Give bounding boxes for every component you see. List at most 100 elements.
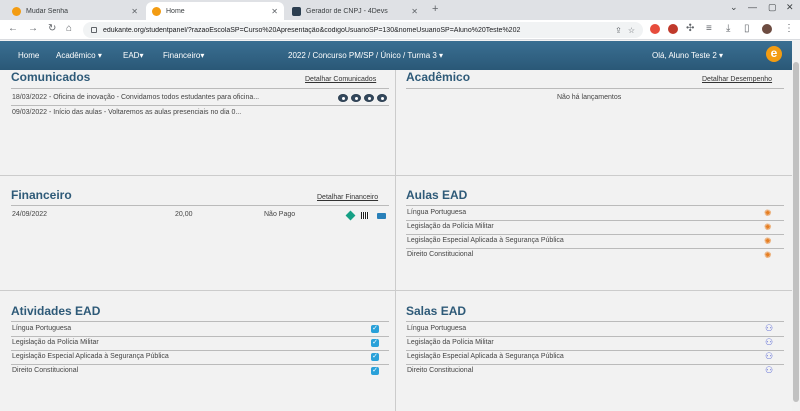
course-selector-label: 2022 / Concurso PM/SP / Único / Turma 3: [288, 51, 437, 60]
divider: [406, 336, 784, 337]
aula-item[interactable]: Língua Portuguesa: [407, 209, 466, 216]
divider: [406, 321, 784, 322]
sala-item[interactable]: Direito Constitucional: [407, 367, 473, 374]
row-divider: [0, 175, 792, 176]
divider: [406, 248, 784, 249]
academico-empty-message: Não há lançamentos: [557, 94, 622, 101]
group-icon[interactable]: ⚇: [765, 323, 773, 334]
sala-item[interactable]: Legislação Especial Aplicada à Segurança…: [407, 353, 564, 360]
star-icon[interactable]: ☆: [628, 26, 635, 35]
checkbox-checked-icon[interactable]: ✓: [371, 353, 379, 361]
browser-toolbar: ← → ↻ ⌂ edukante.org/studentpanel/?razao…: [0, 20, 800, 40]
aulas-ead-title: Aulas EAD: [406, 188, 468, 202]
app-navbar: Home Acadêmico ▾ EAD▾ Financeiro▾ 2022 /…: [0, 41, 792, 70]
gear-icon[interactable]: ✺: [764, 222, 772, 233]
opera-extension-icon[interactable]: [668, 24, 678, 34]
sidebar-icon[interactable]: ▯: [744, 23, 750, 34]
financeiro-status: Não Pago: [264, 211, 296, 218]
profile-avatar[interactable]: [762, 24, 772, 34]
close-window-icon[interactable]: ✕: [786, 2, 794, 13]
browser-tab-home[interactable]: Home ✕: [146, 2, 284, 20]
menu-icon[interactable]: ⋮: [784, 23, 794, 34]
aula-item[interactable]: Direito Constitucional: [407, 251, 473, 258]
view-icon[interactable]: [377, 94, 387, 102]
atividade-item[interactable]: Legislação Especial Aplicada à Segurança…: [12, 353, 169, 360]
nav-ead[interactable]: EAD▾: [123, 51, 143, 60]
group-icon[interactable]: ⚇: [765, 337, 773, 348]
download-icon[interactable]: ⤓: [726, 23, 730, 34]
maximize-icon[interactable]: ▢: [768, 2, 777, 13]
detalhar-comunicados-link[interactable]: Detalhar Comunicados: [305, 76, 376, 83]
divider: [406, 364, 784, 365]
comunicados-title: Comunicados: [11, 70, 91, 84]
back-arrow-icon[interactable]: ←: [8, 23, 18, 34]
new-tab-icon[interactable]: +: [432, 3, 438, 15]
detalhar-financeiro-link[interactable]: Detalhar Financeiro: [317, 194, 378, 201]
queue-icon[interactable]: ≡: [706, 23, 712, 34]
view-icon[interactable]: [338, 94, 348, 102]
user-menu[interactable]: Olá, Aluno Teste 2 ▾: [652, 51, 723, 60]
comunicado-item[interactable]: 09/03/2022 - Início das aulas - Voltarem…: [12, 109, 241, 116]
user-greeting: Olá, Aluno Teste 2: [652, 51, 717, 60]
reload-icon[interactable]: ↻: [48, 23, 56, 34]
checkbox-checked-icon[interactable]: ✓: [371, 367, 379, 375]
atividade-item[interactable]: Legislação da Polícia Militar: [12, 339, 99, 346]
course-selector[interactable]: 2022 / Concurso PM/SP / Único / Turma 3 …: [288, 51, 443, 60]
minimize-icon[interactable]: —: [748, 2, 757, 12]
checkbox-checked-icon[interactable]: ✓: [371, 325, 379, 333]
tab-title: Home: [166, 7, 185, 15]
divider: [11, 88, 389, 89]
divider: [11, 364, 389, 365]
caret-down-icon: ▾: [200, 51, 205, 60]
credit-card-icon[interactable]: [377, 213, 386, 219]
pix-icon[interactable]: [345, 210, 356, 221]
caret-down-icon: ▾: [439, 51, 444, 60]
view-icon[interactable]: [351, 94, 361, 102]
nav-home[interactable]: Home: [18, 51, 39, 60]
close-icon[interactable]: ✕: [131, 7, 138, 16]
puzzle-extensions-icon[interactable]: ✣: [686, 23, 694, 34]
divider: [11, 105, 389, 106]
aula-item[interactable]: Legislação Especial Aplicada à Segurança…: [407, 237, 564, 244]
barcode-icon[interactable]: [361, 212, 369, 219]
browser-tab-gerador-cnpj[interactable]: Gerador de CNPJ - 4Devs ✕: [286, 2, 424, 20]
scrollbar-thumb[interactable]: [793, 62, 799, 402]
detalhar-desempenho-link[interactable]: Detalhar Desempenho: [702, 76, 772, 83]
share-icon[interactable]: ⇪: [615, 26, 622, 35]
edukante-logo: e: [766, 46, 782, 62]
nav-ead-label: EAD: [123, 51, 140, 60]
browser-tab-mudar-senha[interactable]: Mudar Senha ✕: [6, 2, 144, 20]
tab-title: Gerador de CNPJ - 4Devs: [306, 7, 388, 15]
column-divider: [395, 70, 396, 411]
browser-tab-bar: Mudar Senha ✕ Home ✕ Gerador de CNPJ - 4…: [0, 0, 800, 20]
home-icon[interactable]: ⌂: [66, 23, 72, 34]
4devs-favicon-icon: [292, 6, 301, 16]
atividade-item[interactable]: Direito Constitucional: [12, 367, 78, 374]
sala-item[interactable]: Legislação da Polícia Militar: [407, 339, 494, 346]
gear-icon[interactable]: ✺: [764, 236, 772, 247]
checkbox-checked-icon[interactable]: ✓: [371, 339, 379, 347]
close-icon[interactable]: ✕: [271, 7, 278, 16]
lock-icon: [91, 27, 97, 33]
adblock-extension-icon[interactable]: [650, 24, 660, 34]
comunicado-item[interactable]: 18/03/2022 - Oficina de inovação - Convi…: [12, 94, 259, 101]
nav-academico[interactable]: Acadêmico ▾: [56, 51, 102, 60]
view-icon[interactable]: [364, 94, 374, 102]
forward-arrow-icon[interactable]: →: [28, 23, 38, 34]
group-icon[interactable]: ⚇: [765, 351, 773, 362]
gear-icon[interactable]: ✺: [764, 250, 772, 261]
aula-item[interactable]: Legislação da Polícia Militar: [407, 223, 494, 230]
divider: [406, 234, 784, 235]
financeiro-value: 20,00: [175, 211, 193, 218]
group-icon[interactable]: ⚇: [765, 365, 773, 376]
chevron-down-icon[interactable]: ⌄: [730, 2, 738, 13]
address-bar[interactable]: edukante.org/studentpanel/?razaoEscolaSP…: [83, 22, 643, 38]
nav-financeiro[interactable]: Financeiro▾: [163, 51, 204, 60]
gear-icon[interactable]: ✺: [764, 208, 772, 219]
divider: [11, 350, 389, 351]
atividade-item[interactable]: Língua Portuguesa: [12, 325, 71, 332]
salas-ead-title: Salas EAD: [406, 304, 467, 318]
sala-item[interactable]: Língua Portuguesa: [407, 325, 466, 332]
financeiro-title: Financeiro: [11, 188, 72, 202]
close-icon[interactable]: ✕: [411, 7, 418, 16]
